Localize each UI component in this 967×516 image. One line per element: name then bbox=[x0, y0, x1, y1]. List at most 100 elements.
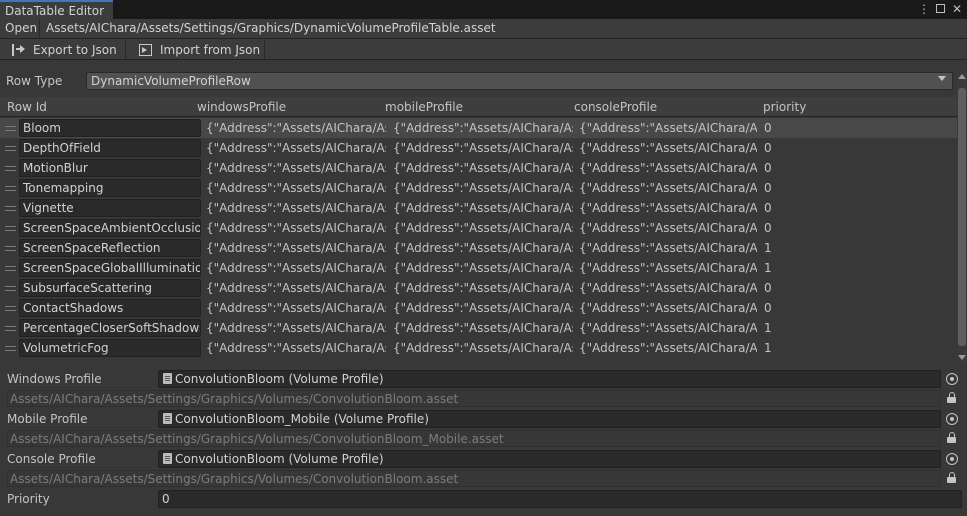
mobile-profile-cell[interactable]: {"Address":"Assets/AIChara/Assets bbox=[393, 221, 573, 235]
vertical-ellipsis-icon[interactable]: ⋮ bbox=[918, 1, 930, 17]
close-icon[interactable]: ✕ bbox=[951, 1, 963, 17]
console-profile-field[interactable]: ConvolutionBloom (Volume Profile) bbox=[158, 450, 941, 468]
export-to-json-button[interactable]: Export to Json bbox=[0, 39, 126, 59]
table-row[interactable]: Tonemapping {"Address":"Assets/AIChara/As… bbox=[0, 178, 957, 198]
mobile-profile-cell[interactable]: {"Address":"Assets/AIChara/Assets bbox=[393, 181, 573, 195]
table-row[interactable]: ScreenSpaceAmbientOcclusion {"Address":"A… bbox=[0, 218, 957, 238]
drag-handle-icon[interactable] bbox=[5, 346, 16, 351]
mobile-profile-cell[interactable]: {"Address":"Assets/AIChara/Assets bbox=[393, 161, 573, 175]
windows-profile-cell[interactable]: {"Address":"Assets/AIChara/Assets bbox=[206, 241, 386, 255]
priority-cell[interactable]: 1 bbox=[764, 321, 804, 335]
console-profile-cell[interactable]: {"Address":"Assets/AIChara/Assets bbox=[579, 161, 757, 175]
priority-cell[interactable]: 0 bbox=[764, 201, 804, 215]
priority-cell[interactable]: 0 bbox=[764, 281, 804, 295]
column-header-console-profile[interactable]: consoleProfile bbox=[574, 100, 657, 114]
row-id-field[interactable]: Bloom bbox=[19, 119, 201, 137]
drag-handle-icon[interactable] bbox=[5, 266, 16, 271]
mobile-profile-cell[interactable]: {"Address":"Assets/AIChara/Assets bbox=[393, 321, 573, 335]
column-header-row-id[interactable]: Row Id bbox=[7, 100, 47, 114]
priority-cell[interactable]: 0 bbox=[764, 301, 804, 315]
row-id-field[interactable]: Vignette bbox=[19, 199, 201, 217]
row-id-field[interactable]: SubsurfaceScattering bbox=[19, 279, 201, 297]
console-profile-cell[interactable]: {"Address":"Assets/AIChara/Assets bbox=[579, 181, 757, 195]
table-row[interactable]: PercentageCloserSoftShadows {"Address":"A… bbox=[0, 318, 957, 338]
windows-profile-cell[interactable]: {"Address":"Assets/AIChara/Assets bbox=[206, 201, 386, 215]
table-row[interactable]: DepthOfField {"Address":"Assets/AIChara/A… bbox=[0, 138, 957, 158]
column-header-priority[interactable]: priority bbox=[763, 100, 806, 114]
mobile-profile-cell[interactable]: {"Address":"Assets/AIChara/Assets bbox=[393, 141, 573, 155]
scroll-up-arrow-icon[interactable] bbox=[958, 74, 966, 79]
console-profile-cell[interactable]: {"Address":"Assets/AIChara/Assets bbox=[579, 201, 757, 215]
object-picker-icon[interactable] bbox=[946, 373, 958, 385]
table-row[interactable]: ContactShadows {"Address":"Assets/AIChara… bbox=[0, 298, 957, 318]
table-row[interactable]: ScreenSpaceReflection {"Address":"Assets/… bbox=[0, 238, 957, 258]
row-id-field[interactable]: VolumetricFog bbox=[19, 339, 201, 357]
table-row[interactable]: ScreenSpaceGlobalIllumination {"Address":… bbox=[0, 258, 957, 278]
row-id-field[interactable]: ContactShadows bbox=[19, 299, 201, 317]
mobile-profile-cell[interactable]: {"Address":"Assets/AIChara/Assets bbox=[393, 241, 573, 255]
windows-profile-cell[interactable]: {"Address":"Assets/AIChara/Assets bbox=[206, 181, 386, 195]
row-id-field[interactable]: MotionBlur bbox=[19, 159, 201, 177]
windows-profile-cell[interactable]: {"Address":"Assets/AIChara/Assets bbox=[206, 141, 386, 155]
windows-profile-cell[interactable]: {"Address":"Assets/AIChara/Assets bbox=[206, 121, 386, 135]
priority-cell[interactable]: 0 bbox=[764, 161, 804, 175]
windows-profile-cell[interactable]: {"Address":"Assets/AIChara/Assets bbox=[206, 221, 386, 235]
console-profile-cell[interactable]: {"Address":"Assets/AIChara/Assets bbox=[579, 121, 757, 135]
console-profile-cell[interactable]: {"Address":"Assets/AIChara/Assets bbox=[579, 261, 757, 275]
priority-cell[interactable]: 1 bbox=[764, 341, 804, 355]
open-button[interactable]: Open bbox=[0, 19, 40, 38]
table-scrollbar[interactable] bbox=[957, 72, 967, 364]
table-row[interactable]: MotionBlur {"Address":"Assets/AIChara/Ass… bbox=[0, 158, 957, 178]
priority-cell[interactable]: 1 bbox=[764, 241, 804, 255]
drag-handle-icon[interactable] bbox=[5, 186, 16, 191]
table-row[interactable]: SubsurfaceScattering {"Address":"Assets/A… bbox=[0, 278, 957, 298]
row-type-dropdown[interactable]: DynamicVolumeProfileRow bbox=[86, 72, 953, 90]
priority-cell[interactable]: 0 bbox=[764, 121, 804, 135]
windows-profile-cell[interactable]: {"Address":"Assets/AIChara/Assets bbox=[206, 261, 386, 275]
row-id-field[interactable]: PercentageCloserSoftShadows bbox=[19, 319, 201, 337]
row-id-field[interactable]: ScreenSpaceReflection bbox=[19, 239, 201, 257]
console-profile-cell[interactable]: {"Address":"Assets/AIChara/Assets bbox=[579, 241, 757, 255]
drag-handle-icon[interactable] bbox=[5, 326, 16, 331]
priority-field[interactable]: 0 bbox=[158, 490, 962, 508]
row-id-field[interactable]: ScreenSpaceGlobalIllumination bbox=[19, 259, 201, 277]
priority-cell[interactable]: 0 bbox=[764, 181, 804, 195]
row-id-field[interactable]: Tonemapping bbox=[19, 179, 201, 197]
drag-handle-icon[interactable] bbox=[5, 226, 16, 231]
priority-cell[interactable]: 1 bbox=[764, 261, 804, 275]
table-row[interactable]: Vignette {"Address":"Assets/AIChara/Asset… bbox=[0, 198, 957, 218]
drag-handle-icon[interactable] bbox=[5, 306, 16, 311]
drag-handle-icon[interactable] bbox=[5, 126, 16, 131]
mobile-profile-cell[interactable]: {"Address":"Assets/AIChara/Assets bbox=[393, 341, 573, 355]
windows-profile-field[interactable]: ConvolutionBloom (Volume Profile) bbox=[158, 370, 941, 388]
drag-handle-icon[interactable] bbox=[5, 166, 16, 171]
windows-profile-cell[interactable]: {"Address":"Assets/AIChara/Assets bbox=[206, 301, 386, 315]
drag-handle-icon[interactable] bbox=[5, 246, 16, 251]
mobile-profile-cell[interactable]: {"Address":"Assets/AIChara/Assets bbox=[393, 261, 573, 275]
console-profile-cell[interactable]: {"Address":"Assets/AIChara/Assets bbox=[579, 141, 757, 155]
table-row[interactable]: Bloom {"Address":"Assets/AIChara/Assets {"… bbox=[0, 118, 957, 138]
priority-cell[interactable]: 0 bbox=[764, 141, 804, 155]
mobile-profile-cell[interactable]: {"Address":"Assets/AIChara/Assets bbox=[393, 281, 573, 295]
maximize-icon[interactable] bbox=[936, 4, 945, 13]
mobile-profile-field[interactable]: ConvolutionBloom_Mobile (Volume Profile) bbox=[158, 410, 941, 428]
console-profile-cell[interactable]: {"Address":"Assets/AIChara/Assets bbox=[579, 321, 757, 335]
console-profile-cell[interactable]: {"Address":"Assets/AIChara/Assets bbox=[579, 221, 757, 235]
window-tab[interactable]: DataTable Editor bbox=[0, 0, 113, 19]
drag-handle-icon[interactable] bbox=[5, 206, 16, 211]
row-id-field[interactable]: ScreenSpaceAmbientOcclusion bbox=[19, 219, 201, 237]
row-id-field[interactable]: DepthOfField bbox=[19, 139, 201, 157]
windows-profile-cell[interactable]: {"Address":"Assets/AIChara/Assets bbox=[206, 281, 386, 295]
console-profile-cell[interactable]: {"Address":"Assets/AIChara/Assets bbox=[579, 341, 757, 355]
scrollbar-thumb[interactable] bbox=[958, 88, 966, 346]
priority-cell[interactable]: 0 bbox=[764, 221, 804, 235]
console-profile-cell[interactable]: {"Address":"Assets/AIChara/Assets bbox=[579, 281, 757, 295]
import-from-json-button[interactable]: Import from Json bbox=[127, 39, 265, 59]
drag-handle-icon[interactable] bbox=[5, 286, 16, 291]
windows-profile-cell[interactable]: {"Address":"Assets/AIChara/Assets bbox=[206, 161, 386, 175]
column-header-windows-profile[interactable]: windowsProfile bbox=[197, 100, 286, 114]
mobile-profile-cell[interactable]: {"Address":"Assets/AIChara/Assets bbox=[393, 201, 573, 215]
console-profile-cell[interactable]: {"Address":"Assets/AIChara/Assets bbox=[579, 301, 757, 315]
object-picker-icon[interactable] bbox=[946, 413, 958, 425]
scroll-down-arrow-icon[interactable] bbox=[958, 355, 966, 360]
